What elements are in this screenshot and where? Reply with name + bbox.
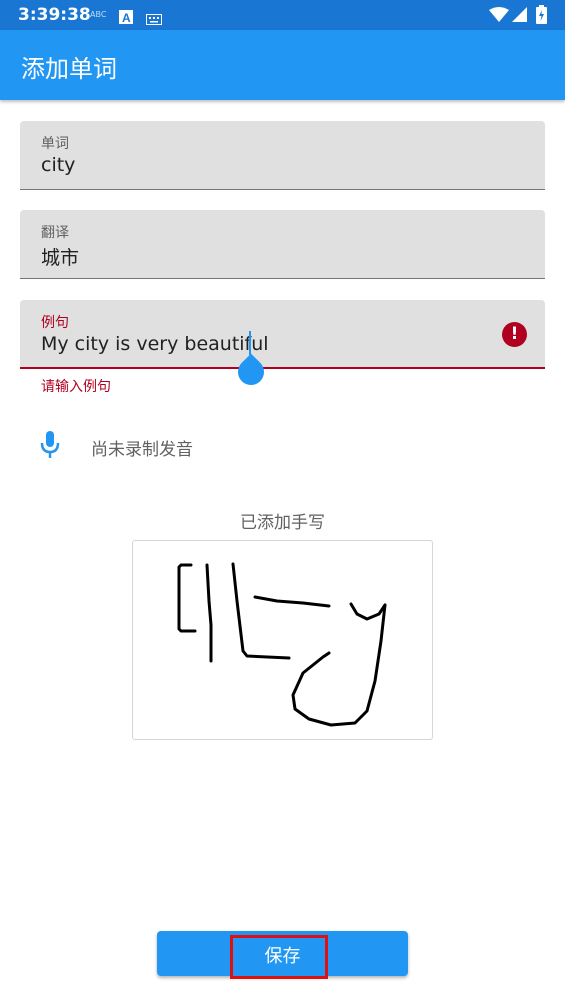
signal-icon bbox=[512, 7, 527, 26]
translation-field[interactable]: 翻译 城市 bbox=[20, 210, 545, 279]
word-field[interactable]: 单词 city bbox=[20, 121, 545, 190]
example-field-value[interactable]: My city is very beautiful bbox=[41, 333, 269, 355]
battery-charging-icon bbox=[536, 5, 547, 28]
status-time: 3:39:38 bbox=[18, 5, 91, 25]
abc-keyboard-icon: ABC bbox=[90, 10, 106, 19]
translation-field-label: 翻译 bbox=[41, 225, 69, 241]
status-bar: 3:39:38 ABC A bbox=[0, 0, 565, 30]
handwriting-caption: 已添加手写 bbox=[240, 513, 325, 533]
audio-record-row[interactable]: 尚未录制发音 bbox=[0, 420, 565, 472]
error-icon: ! bbox=[502, 322, 527, 347]
keyboard-icon bbox=[146, 10, 162, 29]
handwriting-strokes bbox=[177, 562, 387, 727]
word-field-value[interactable]: city bbox=[41, 154, 75, 176]
example-error-text: 请输入例句 bbox=[41, 379, 111, 395]
audio-status-text: 尚未录制发音 bbox=[91, 440, 193, 460]
abc-label: ABC bbox=[90, 10, 107, 19]
handwriting-preview[interactable] bbox=[132, 540, 433, 740]
example-field[interactable]: 例句 My city is very beautiful ! bbox=[20, 300, 545, 369]
save-highlight-box bbox=[230, 935, 328, 979]
mic-icon[interactable] bbox=[38, 431, 62, 463]
text-cursor bbox=[249, 331, 251, 355]
wifi-icon bbox=[489, 7, 509, 27]
example-field-label: 例句 bbox=[41, 315, 69, 331]
word-field-label: 单词 bbox=[41, 136, 69, 152]
translation-field-value[interactable]: 城市 bbox=[41, 243, 79, 270]
app-a-icon: A bbox=[119, 9, 133, 28]
page-title: 添加单词 bbox=[21, 55, 117, 83]
app-bar: 添加单词 bbox=[0, 30, 565, 100]
svg-text:A: A bbox=[122, 11, 131, 24]
